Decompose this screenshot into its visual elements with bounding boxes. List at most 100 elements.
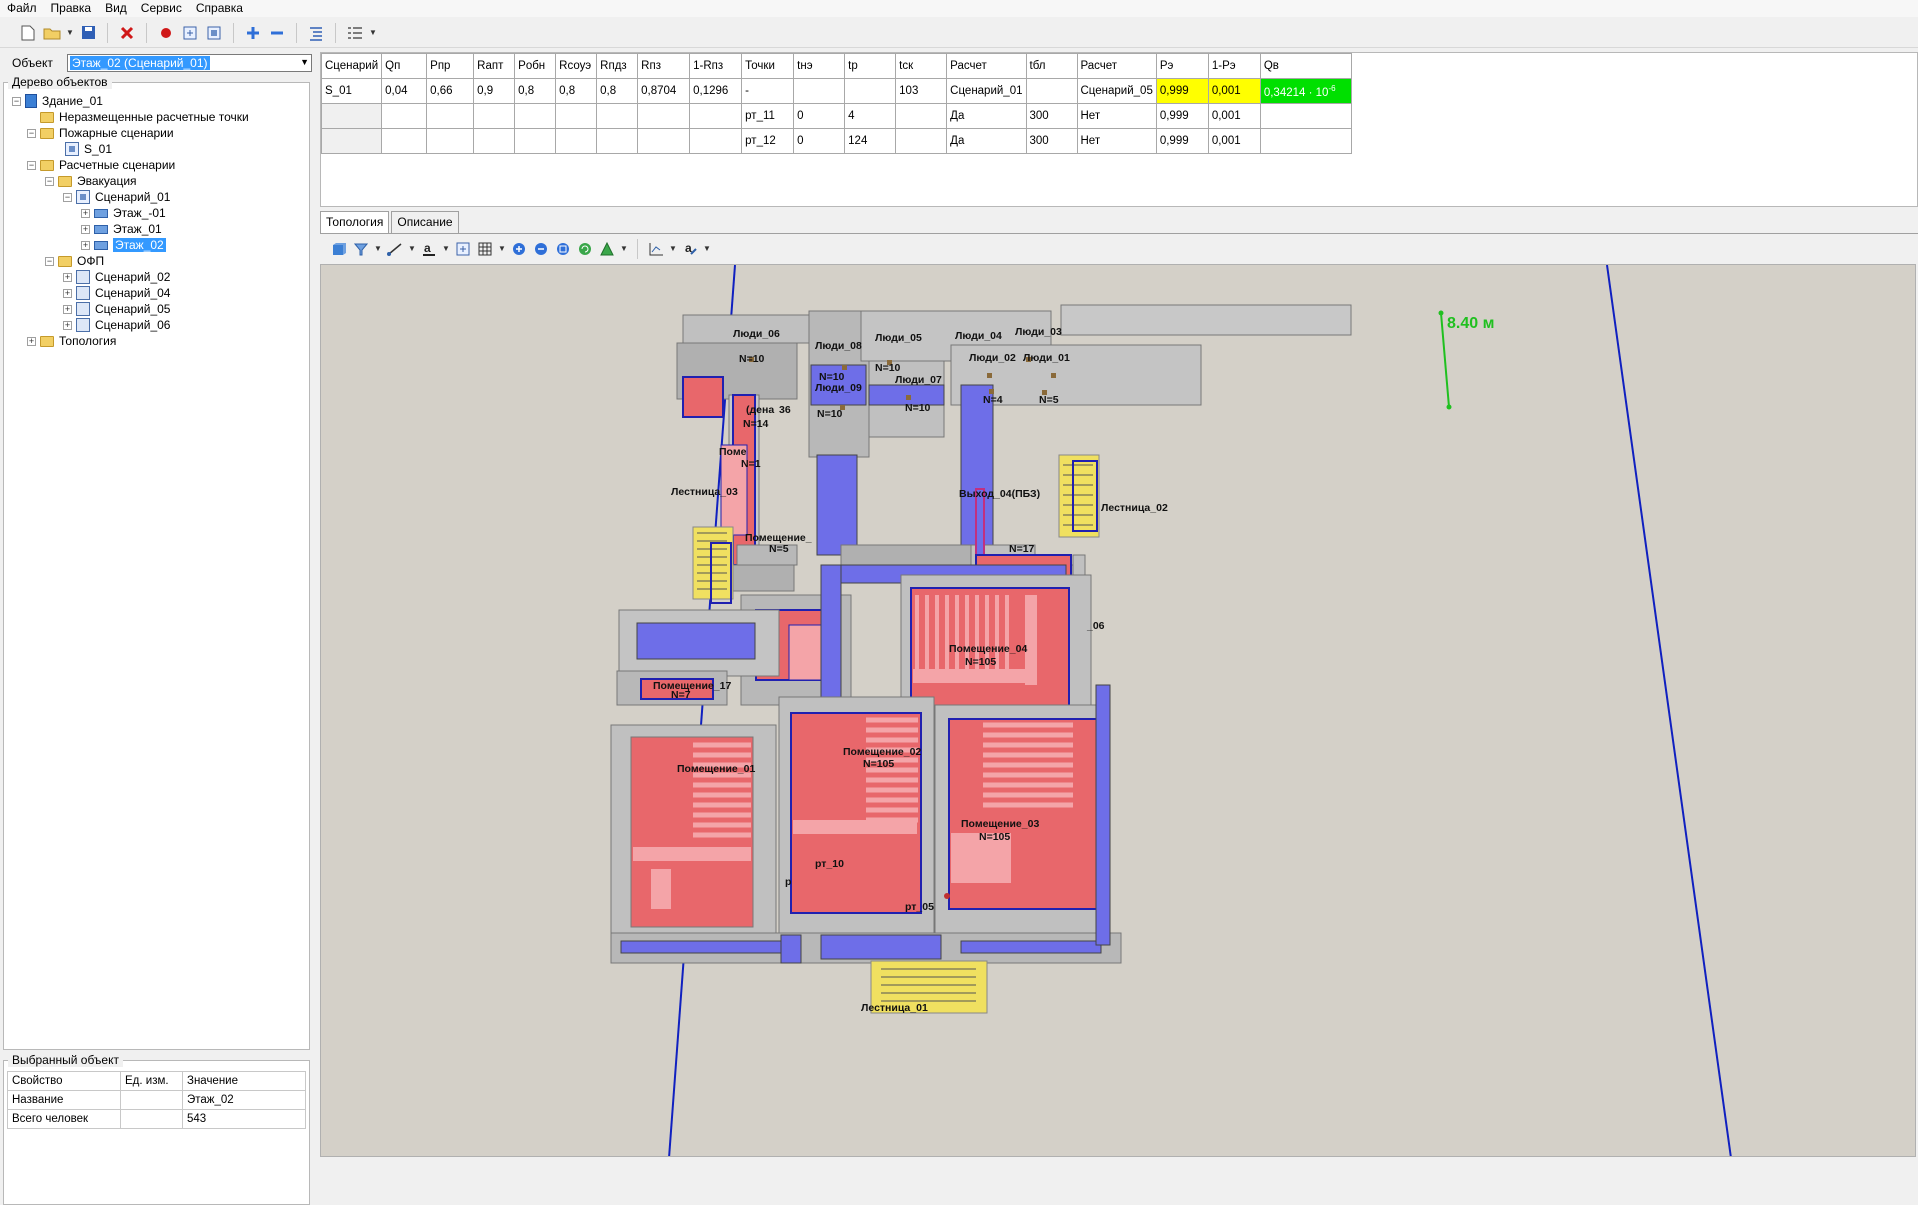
- collapse-icon[interactable]: −: [63, 192, 72, 202]
- tab-description[interactable]: Описание: [391, 211, 459, 233]
- tree-node-building[interactable]: − Здание_01: [12, 93, 103, 109]
- measure-dropdown-icon[interactable]: ▼: [408, 244, 416, 253]
- grid-cell[interactable]: 0,8: [596, 78, 639, 104]
- grid-cell[interactable]: 0,8704: [637, 78, 691, 104]
- tree-node-calc-scenarios[interactable]: − Расчетные сценарии: [27, 157, 175, 173]
- zoom-out-icon[interactable]: [532, 240, 550, 258]
- grid-cell[interactable]: [555, 103, 598, 129]
- grid-cell[interactable]: [895, 103, 948, 129]
- tree-node-scenario-01[interactable]: − Сценарий_01: [63, 189, 170, 205]
- tree-node-fire-scenarios[interactable]: − Пожарные сценарии: [27, 125, 174, 141]
- collapse-icon[interactable]: −: [27, 128, 36, 138]
- expand-icon[interactable]: +: [27, 336, 36, 346]
- grid-cell[interactable]: 124: [844, 128, 897, 154]
- object-select[interactable]: Этаж_02 (Сценарий_01) ▼: [67, 54, 312, 72]
- expand-icon[interactable]: +: [81, 240, 90, 250]
- grid-cell[interactable]: Нет: [1076, 128, 1157, 154]
- table-row[interactable]: рт_12 0 124 Да 300 Нет 0,999 0,001: [320, 128, 1352, 154]
- grid-cell[interactable]: 0,04: [381, 78, 428, 104]
- cube-view-icon[interactable]: [330, 240, 348, 258]
- filter-icon[interactable]: [352, 240, 370, 258]
- grid-cell[interactable]: [689, 128, 743, 154]
- grid-cell[interactable]: 0,8: [514, 78, 557, 104]
- grid-cell[interactable]: [1025, 78, 1078, 104]
- plus-icon[interactable]: [243, 23, 263, 43]
- rotate-icon[interactable]: [576, 240, 594, 258]
- text-style-dropdown-icon[interactable]: ▼: [703, 244, 711, 253]
- grid-cell[interactable]: [637, 128, 691, 154]
- collapse-icon[interactable]: −: [27, 160, 36, 170]
- topology-view-canvas[interactable]: 8.40 м Люди_06 N=10 Люди_08 N=10 Люди_09…: [320, 264, 1916, 1157]
- tree-node-floor-02[interactable]: + Этаж_02: [81, 237, 166, 253]
- expand-icon[interactable]: +: [63, 320, 72, 330]
- grid-cell[interactable]: Сценарий_05: [1076, 78, 1157, 104]
- tree-node-evacuation[interactable]: − Эвакуация: [45, 173, 137, 189]
- grid-cell[interactable]: [637, 103, 691, 129]
- grid-cell[interactable]: [596, 128, 639, 154]
- grid-cell[interactable]: 0,1296: [689, 78, 743, 104]
- table-row[interactable]: S_01 0,04 0,66 0,9 0,8 0,8 0,8 0,8704 0,…: [320, 78, 1352, 104]
- new-file-icon[interactable]: [18, 23, 38, 43]
- grid-cell[interactable]: [473, 128, 516, 154]
- grid-cell[interactable]: 0,999: [1155, 128, 1209, 154]
- grid-cell-1-pe[interactable]: 0,001: [1207, 78, 1261, 104]
- grid-cell[interactable]: [514, 103, 557, 129]
- grid-cell[interactable]: [473, 103, 516, 129]
- collapse-icon[interactable]: −: [45, 256, 54, 266]
- delete-icon[interactable]: [117, 23, 137, 43]
- tree-node-floor-m01[interactable]: + Этаж_-01: [81, 205, 166, 221]
- sort-icon[interactable]: [306, 23, 326, 43]
- tree-node-topology[interactable]: + Топология: [27, 333, 116, 349]
- expand-icon[interactable]: +: [81, 224, 90, 234]
- people-dropdown-icon[interactable]: ▼: [620, 244, 628, 253]
- table-row[interactable]: Название Этаж_02: [7, 1090, 306, 1110]
- grid-cell[interactable]: 0,66: [426, 78, 475, 104]
- grid-cell[interactable]: [320, 103, 383, 129]
- grid-cell[interactable]: [895, 128, 948, 154]
- record-icon[interactable]: [156, 23, 176, 43]
- scenario-add-icon[interactable]: [180, 23, 200, 43]
- open-folder-icon[interactable]: [42, 23, 62, 43]
- expand-icon[interactable]: +: [63, 288, 72, 298]
- tree-node-scenario-02[interactable]: + Сценарий_02: [63, 269, 170, 285]
- grid-cell[interactable]: [1259, 128, 1352, 154]
- chart-axis-icon[interactable]: [647, 240, 665, 258]
- grid-dropdown-icon[interactable]: ▼: [498, 244, 506, 253]
- tree-node-ofp[interactable]: − ОФП: [45, 253, 104, 269]
- grid-cell[interactable]: Сценарий_01: [946, 78, 1027, 104]
- grid-cell[interactable]: Нет: [1076, 103, 1157, 129]
- floor-plan-3d-view[interactable]: 8.40 м Люди_06 N=10 Люди_08 N=10 Люди_09…: [321, 265, 1916, 1157]
- zoom-fit-icon[interactable]: [554, 240, 572, 258]
- property-value[interactable]: Этаж_02: [182, 1090, 306, 1110]
- tree-node-floor-01[interactable]: + Этаж_01: [81, 221, 162, 237]
- grid-cell[interactable]: [381, 128, 428, 154]
- text-label-icon[interactable]: a: [420, 240, 438, 258]
- menu-edit[interactable]: Правка: [44, 0, 99, 17]
- expand-icon[interactable]: +: [63, 304, 72, 314]
- collapse-icon[interactable]: −: [12, 96, 21, 106]
- tab-topology[interactable]: Топология: [320, 211, 390, 233]
- grid-cell[interactable]: [381, 103, 428, 129]
- grid-cell[interactable]: Да: [946, 103, 1027, 129]
- expand-icon[interactable]: +: [63, 272, 72, 282]
- grid-cell[interactable]: 0: [793, 103, 846, 129]
- save-icon[interactable]: [78, 23, 98, 43]
- grid-cell[interactable]: [689, 103, 743, 129]
- grid-cell[interactable]: S_01: [320, 78, 383, 104]
- tree-node-scenario-05[interactable]: + Сценарий_05: [63, 301, 170, 317]
- grid-cell[interactable]: 0,8: [555, 78, 598, 104]
- grid-cell[interactable]: рт_12: [741, 128, 795, 154]
- grid-cell[interactable]: 0,001: [1207, 103, 1261, 129]
- expand-icon[interactable]: +: [81, 208, 90, 218]
- text-label-dropdown-icon[interactable]: ▼: [442, 244, 450, 253]
- scenario-copy-icon[interactable]: [204, 23, 224, 43]
- menu-service[interactable]: Сервис: [134, 0, 189, 17]
- grid-cell[interactable]: 300: [1025, 103, 1078, 129]
- measure-icon[interactable]: [386, 240, 404, 258]
- list-view-icon[interactable]: [345, 23, 365, 43]
- open-dropdown-icon[interactable]: ▼: [66, 28, 74, 37]
- grid-cell[interactable]: [320, 128, 383, 154]
- menu-file[interactable]: Файл: [0, 0, 44, 17]
- grid-cell[interactable]: [1259, 103, 1352, 129]
- tree-node-unplaced-points[interactable]: Неразмещенные расчетные точки: [40, 109, 249, 125]
